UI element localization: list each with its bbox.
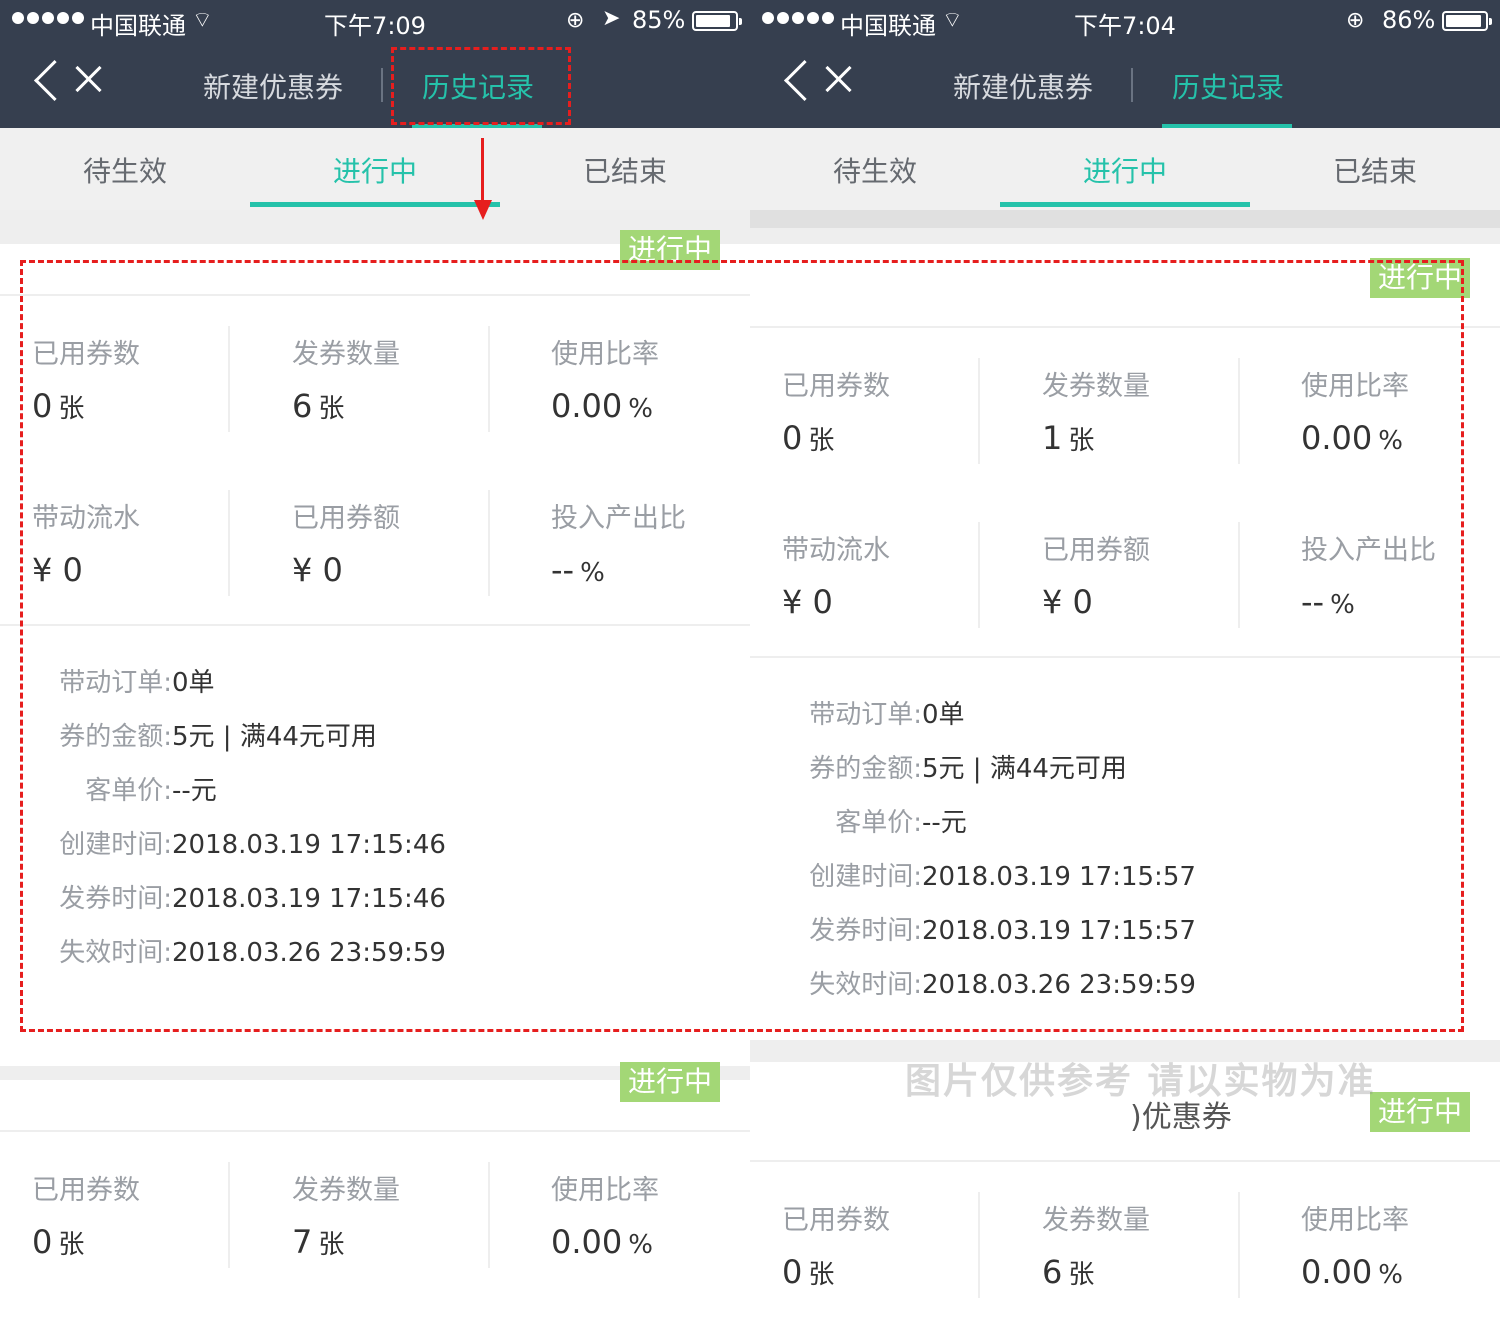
info-issued: 发券时间:2018.03.19 17:15:46 [59, 884, 446, 914]
battery-icon [1442, 11, 1492, 31]
status-subtabs: 待生效 进行中 已结束 [0, 128, 750, 210]
stat-used-amount: 已用券额 ¥ 0 [1042, 535, 1150, 621]
close-icon[interactable] [72, 62, 106, 96]
battery-icon [692, 11, 742, 31]
info-orders: 带动订单:0单 [809, 700, 965, 730]
stat-used-count: 已用券数 0张 [782, 371, 890, 457]
subtab-ended[interactable]: 已结束 [500, 150, 750, 190]
info-avg-price: 客单价:--元 [85, 776, 217, 806]
stat-issued-count: 发券数量 6张 [292, 339, 400, 425]
screen-right: 中国联通 ⌔ 下午7:04 ⊕ 86% 新建优惠券 历史记录 待生效 进行中 已… [750, 0, 1500, 1334]
status-badge: 进行中 [1370, 258, 1471, 298]
info-amount: 券的金额:5元 | 满44元可用 [59, 722, 377, 752]
stat-issued-count: 发券数量 7张 [292, 1175, 400, 1261]
stat-revenue: 带动流水 ¥ 0 [782, 535, 890, 621]
status-badge: 进行中 [620, 1062, 721, 1102]
status-subtabs: 待生效 进行中 已结束 [750, 128, 1500, 210]
rotation-lock-icon: ⊕ [1346, 8, 1365, 33]
stat-revenue: 带动流水 ¥ 0 [32, 503, 140, 589]
info-expires: 失效时间:2018.03.26 23:59:59 [59, 938, 446, 968]
coupon-card[interactable]: 进行中 已用券数 0张 发券数量 7张 使用比率 0.00% [0, 1062, 750, 1334]
tab-new-coupon[interactable]: 新建优惠券 [953, 66, 1093, 106]
nav-divider [1131, 68, 1133, 102]
status-badge: 进行中 [1370, 1092, 1471, 1132]
info-expires: 失效时间:2018.03.26 23:59:59 [809, 970, 1196, 1000]
nav-bar: 新建优惠券 历史记录 [750, 40, 1500, 128]
annotation-arrow [481, 138, 484, 206]
spacer [750, 210, 1500, 228]
tab-history[interactable]: 历史记录 [422, 66, 534, 106]
tab-new-coupon[interactable]: 新建优惠券 [203, 66, 343, 106]
stat-used-count: 已用券数 0张 [32, 1175, 140, 1261]
subtab-indicator [1000, 202, 1250, 207]
subtab-pending[interactable]: 待生效 [0, 150, 250, 190]
status-badge: 进行中 [620, 230, 721, 270]
battery-percent: 86% [1382, 6, 1436, 34]
stat-used-amount: 已用券额 ¥ 0 [292, 503, 400, 589]
stat-usage-rate: 使用比率 0.00% [551, 1175, 659, 1261]
subtab-active[interactable]: 进行中 [1000, 150, 1250, 190]
info-created: 创建时间:2018.03.19 17:15:46 [59, 830, 446, 860]
app-header: 中国联通 ⌔ 下午7:09 ⊕ ➤ 85% 新建优惠券 历史记录 [0, 0, 750, 128]
info-amount: 券的金额:5元 | 满44元可用 [809, 754, 1127, 784]
status-bar: 中国联通 ⌔ 下午7:04 ⊕ 86% [750, 0, 1500, 40]
subtab-pending[interactable]: 待生效 [750, 150, 1000, 190]
annotation-arrow-head [474, 200, 492, 220]
screen-left: 中国联通 ⌔ 下午7:09 ⊕ ➤ 85% 新建优惠券 历史记录 待生效 进行中… [0, 0, 750, 1334]
info-orders: 带动订单:0单 [59, 668, 215, 698]
info-issued: 发券时间:2018.03.19 17:15:57 [809, 916, 1196, 946]
nav-divider [381, 68, 383, 102]
location-arrow-icon: ➤ [602, 6, 621, 31]
subtab-ended[interactable]: 已结束 [1250, 150, 1500, 190]
rotation-lock-icon: ⊕ [566, 8, 585, 33]
battery-percent: 85% [632, 6, 686, 34]
stat-used-count: 已用券数 0张 [32, 339, 140, 425]
watermark-text: 图片仅供参考 请以实物为准 [905, 1061, 1376, 1102]
stat-issued-count: 发券数量 6张 [1042, 1205, 1150, 1291]
stat-usage-rate: 使用比率 0.00% [1301, 371, 1409, 457]
close-icon[interactable] [822, 62, 856, 96]
nav-bar: 新建优惠券 历史记录 [0, 40, 750, 128]
status-bar: 中国联通 ⌔ 下午7:09 ⊕ ➤ 85% [0, 0, 750, 40]
info-created: 创建时间:2018.03.19 17:15:57 [809, 862, 1196, 892]
stat-usage-rate: 使用比率 0.00% [1301, 1205, 1409, 1291]
subtab-active[interactable]: 进行中 [250, 150, 500, 190]
stat-issued-count: 发券数量 1张 [1042, 371, 1150, 457]
stat-usage-rate: 使用比率 0.00% [551, 339, 659, 425]
tab-history[interactable]: 历史记录 [1172, 66, 1284, 106]
coupon-card[interactable]: 进行中 已用券数 0张 发券数量 1张 使用比率 0.00% 带动流水 ¥ 0 … [750, 244, 1500, 1040]
info-avg-price: 客单价:--元 [835, 808, 967, 838]
app-header: 中国联通 ⌔ 下午7:04 ⊕ 86% 新建优惠券 历史记录 [750, 0, 1500, 128]
subtab-indicator [250, 202, 500, 207]
stat-roi: 投入产出比 --% [1301, 535, 1436, 621]
coupon-card[interactable]: 进行中 已用券数 0张 发券数量 6张 使用比率 0.00% 带动流水 ¥ 0 … [0, 230, 750, 1066]
stat-used-count: 已用券数 0张 [782, 1205, 890, 1291]
back-chevron-icon[interactable] [780, 54, 820, 110]
back-chevron-icon[interactable] [30, 54, 70, 110]
stat-roi: 投入产出比 --% [551, 503, 686, 589]
